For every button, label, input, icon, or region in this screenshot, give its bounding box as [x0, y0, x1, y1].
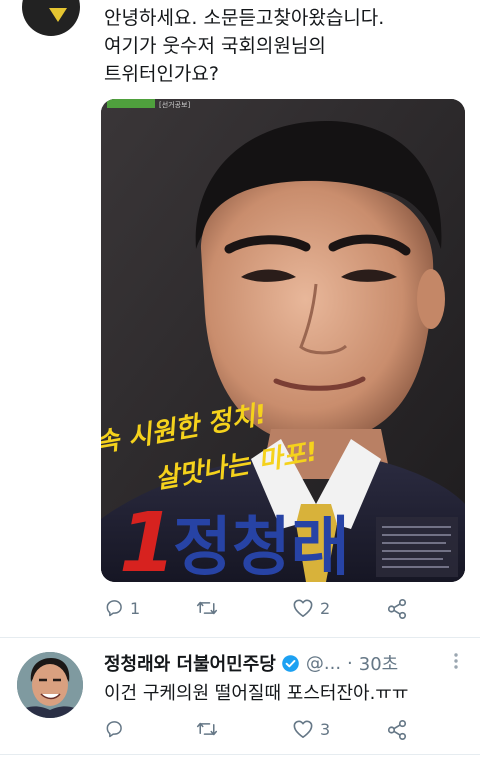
share-icon [387, 599, 407, 619]
reply-icon [106, 721, 122, 738]
verified-badge-icon [282, 654, 299, 672]
bottom-divider [0, 754, 480, 755]
tweet-line-1: 안녕하세요. 소문듣고찾아왔습니다. [104, 7, 385, 29]
like-count: 2 [320, 598, 331, 618]
poster-number: 1 [119, 496, 176, 582]
share-icon [387, 720, 407, 740]
like-count-2: 3 [320, 719, 331, 739]
like-action-2[interactable]: 3 [292, 719, 330, 739]
poster-header-tag: [선거공보] [159, 100, 190, 109]
retweet-icon [196, 722, 218, 736]
more-options-icon[interactable] [449, 650, 463, 672]
poster-illustration: [선거공보] 속 시원한 정치! 살맛나는 마포! 1 정청래 [101, 99, 465, 582]
reply-icon [106, 600, 122, 617]
tweet-text: 안녕하세요. 소문듣고찾아왔습니다. 여기가 웃수저 국회의원님의 트위터인가요… [104, 4, 474, 88]
reply-header: 정청래와 더불어민주당 @... · 30초 [104, 650, 398, 676]
timestamp[interactable]: 30초 [359, 650, 398, 676]
retweet-icon [196, 601, 218, 615]
retweet-action[interactable] [196, 598, 224, 618]
tweet-line-2: 여기가 웃수저 국회의원님의 [104, 35, 326, 57]
reply-count: 1 [130, 598, 141, 618]
heart-icon [293, 720, 313, 738]
poster-candidate-name: 정청래 [173, 511, 350, 582]
like-action[interactable]: 2 [292, 598, 330, 618]
avatar-portrait [17, 652, 83, 718]
share-action-2[interactable] [386, 719, 408, 741]
avatar-badge-icon [49, 8, 67, 22]
reply-user-avatar[interactable] [17, 652, 83, 718]
retweet-action-2[interactable] [196, 719, 224, 739]
user-handle[interactable]: @... [306, 653, 341, 674]
reply-tweet-text: 이건 구케의원 떨어질때 포스터잔아.ㅠㅠ [104, 683, 409, 704]
reply-action[interactable]: 1 [104, 598, 140, 618]
tweet-image-poster[interactable]: [선거공보] 속 시원한 정치! 살맛나는 마포! 1 정청래 [101, 99, 465, 582]
display-name[interactable]: 정청래와 더불어민주당 [104, 650, 276, 676]
previous-user-avatar[interactable] [22, 0, 80, 36]
separator-dot: · [347, 652, 353, 674]
heart-icon [293, 599, 313, 617]
tweet-line-3: 트위터인가요? [104, 63, 219, 85]
tweet-divider [0, 637, 480, 638]
reply-action-2[interactable] [104, 719, 130, 739]
share-action[interactable] [386, 598, 408, 620]
